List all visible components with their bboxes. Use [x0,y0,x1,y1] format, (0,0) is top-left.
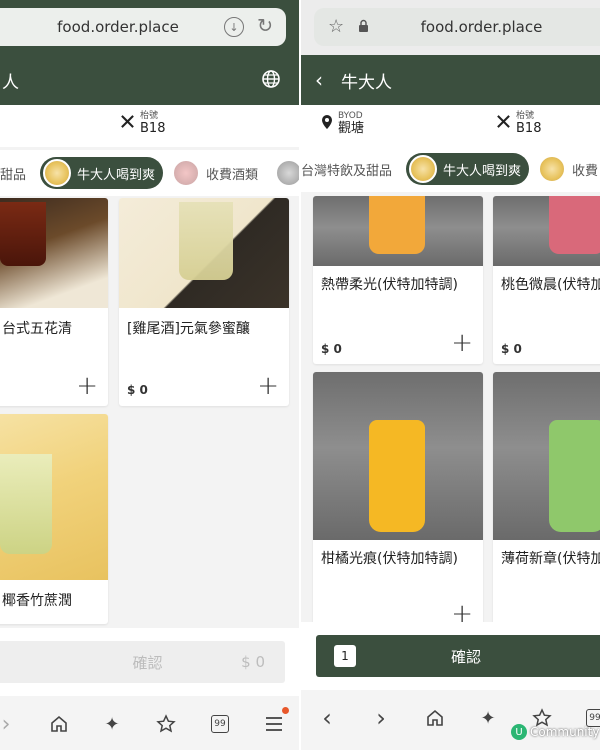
community-watermark: U Community [511,724,599,740]
category-tabs: 台灣特飲及甜品 牛大人喝到爽 收費 [301,146,600,192]
browser-url-bar: food.order.place ↓ ↻ [0,0,299,55]
table-number: B18 [140,121,166,136]
tabs-icon[interactable]: 99 [206,710,234,738]
confirm-total: $ 0 [241,653,265,671]
menu-item-card[interactable]: [雞尾酒]元氣參蜜釀 $ 0 + [119,198,289,406]
location-info: BYOD 觀塘 [321,111,364,136]
food-thumbnail [275,159,299,187]
location-name: 觀塘 [338,121,365,136]
drink-glass [369,420,425,532]
left-phone-screen: food.order.place ↓ ↻ 人 枱號 B18 甜品 牛大人喝到爽 [0,0,299,750]
menu-icon[interactable] [260,707,289,738]
mode-label: BYOD [338,111,363,121]
forward-icon[interactable]: › [367,704,395,732]
table-label: 枱號 [140,111,159,121]
lock-icon [358,19,369,37]
item-photo [0,198,108,308]
app-header: ‹ 牛大人 [301,55,600,105]
menu-item-card[interactable]: 台式五花清 + [0,198,108,406]
add-item-button[interactable]: + [451,330,473,356]
back-nav-icon[interactable]: ‹ [313,704,341,732]
cutlery-icon [496,114,511,133]
cart-count-badge: 1 [334,645,356,667]
item-name: 台式五花清 [2,321,72,337]
drink-glass [549,420,600,532]
url-text: food.order.place [420,18,543,36]
table-info: 枱號 B18 [120,111,165,136]
url-text: food.order.place [57,18,179,36]
item-name: 椰香竹蔗潤 [2,593,72,609]
table-number: B18 [516,121,542,136]
item-name: [雞尾酒]元氣參蜜釀 [127,321,250,337]
address-field[interactable]: ☆ food.order.place [314,8,600,46]
category-tab-more[interactable] [272,157,299,189]
item-photo [493,196,600,266]
add-item-button[interactable]: + [451,601,473,627]
app-title: 人 [2,72,19,93]
address-field[interactable]: food.order.place ↓ ↻ [0,8,286,46]
drink-glass [549,196,600,254]
item-name: 桃色微晨(伏特加 [501,277,600,293]
item-price: $ 0 [127,383,148,397]
home-icon[interactable] [45,710,73,738]
menu-item-card[interactable]: 熱帶柔光(伏特加特調) $ 0 + [313,196,483,364]
cutlery-icon [120,114,135,133]
category-tab-dessert[interactable]: 甜品 [0,157,34,189]
home-icon[interactable] [421,704,449,732]
category-tab-taiwan-drinks[interactable]: 台灣特飲及甜品 [301,153,400,185]
item-name: 熱帶柔光(伏特加特調) [321,277,458,293]
table-info-bar: 枱號 B18 [0,105,299,147]
confirm-bar: 確認 $ 0 [0,628,299,696]
alcohol-thumbnail [172,159,201,187]
table-label: 枱號 [516,111,535,121]
category-tab-paid-alcohol[interactable]: 收費酒類 [169,157,266,189]
back-icon[interactable]: ‹ [315,68,323,92]
confirm-bar: 1 確認 [301,622,600,690]
table-info-bar: BYOD 觀塘 枱號 B18 [301,105,600,147]
reload-icon[interactable]: ↻ [257,15,273,37]
download-icon[interactable]: ↓ [224,17,244,37]
browser-url-bar: ☆ food.order.place [301,0,600,55]
category-tabs: 甜品 牛大人喝到爽 收費酒類 [0,150,299,196]
confirm-button[interactable]: 1 確認 [316,635,600,677]
beer-thumbnail [43,159,72,187]
menu-item-card[interactable]: 柑橘光痕(伏特加特調) + [313,372,483,632]
item-price: $ 0 [321,342,342,356]
add-item-button[interactable]: + [257,373,279,399]
confirm-button[interactable]: 確認 $ 0 [0,641,285,683]
item-photo [313,372,483,540]
item-photo [493,372,600,540]
menu-item-card[interactable]: 桃色微晨(伏特加 $ 0 [493,196,600,364]
app-title: 牛大人 [341,72,392,93]
item-photo [313,196,483,266]
forward-icon[interactable]: › [0,710,20,738]
alcohol-thumbnail [538,155,567,183]
browser-bottom-nav: › ✦ 99 [0,696,299,750]
globe-icon[interactable] [261,69,281,89]
item-name: 柑橘光痕(伏特加特調) [321,551,458,567]
category-tab-drinks[interactable]: 牛大人喝到爽 [406,153,530,185]
right-phone-screen: ☆ food.order.place ‹ 牛大人 BYOD 觀塘 枱號 B18 … [301,0,600,750]
item-photo [119,198,289,308]
bookmark-star-icon[interactable] [152,710,180,738]
menu-item-card[interactable]: 薄荷新章(伏特加 [493,372,600,632]
notification-dot [282,707,289,714]
app-header: 人 [0,55,299,105]
item-photo [0,414,108,580]
drink-glass [369,196,425,254]
star-icon[interactable]: ☆ [328,16,344,37]
beer-thumbnail [409,155,438,183]
browser-bottom-nav: ‹ › ✦ 99 U Community [301,690,600,750]
category-tab-drinks[interactable]: 牛大人喝到爽 [40,157,164,189]
category-tab-paid[interactable]: 收費 [535,153,600,185]
sparkle-icon[interactable]: ✦ [98,710,126,738]
menu-item-card[interactable]: 椰香竹蔗潤 [0,414,108,624]
item-name: 薄荷新章(伏特加 [501,551,600,567]
sparkle-icon[interactable]: ✦ [474,704,502,732]
item-price: $ 0 [501,342,522,356]
location-pin-icon [321,114,333,134]
add-item-button[interactable]: + [76,373,98,399]
table-info: 枱號 B18 [496,111,541,136]
community-logo-icon: U [511,724,527,740]
